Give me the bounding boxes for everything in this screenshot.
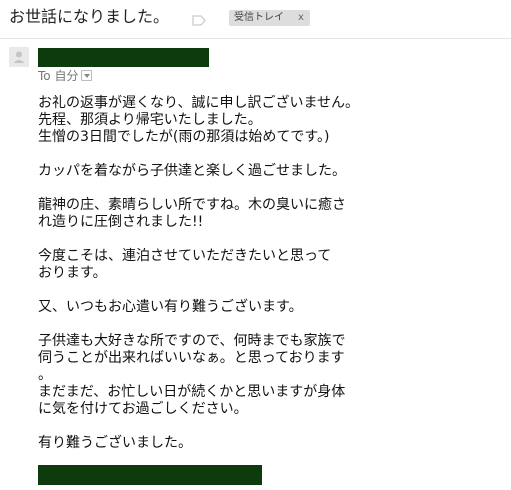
body-paragraph: お礼の返事が遅くなり、誠に申し訳ございません。 先程、那須より帰宅いたしました。生… [38, 95, 408, 146]
body-line: 生憎の3日間でしたが(雨の那須は始めてです。) [38, 129, 330, 145]
to-name: 自分 [54, 69, 79, 83]
body-line: おります。 [38, 265, 107, 281]
email-header: お世話になりました。 受信トレイ x [0, 0, 511, 38]
body-line: お礼の返事が遅くなり、誠に申し訳ございません。 [38, 95, 360, 111]
body-line: 有り難うございました。 [38, 435, 192, 451]
body-line: 今度こそは、連泊させていただきたいと思って [38, 248, 332, 264]
inbox-label-chip[interactable]: 受信トレイ x [229, 10, 310, 26]
inbox-label-text: 受信トレイ [234, 12, 284, 23]
email-subject: お世話になりました。 [9, 7, 170, 26]
body-paragraph: 子供達も大好きな所ですので、何時までも家族で 伺うことが出来ればいいなぁ。と思って… [38, 333, 408, 418]
body-paragraph: 今度こそは、連泊させていただきたいと思って おります。 [38, 248, 408, 282]
body-paragraph: 又、いつもお心遣い有り難うございます。 [38, 299, 408, 316]
body-line: 又、いつもお心遣い有り難うございます。 [38, 299, 303, 315]
body-paragraph: 龍神の庄、素晴らしい所ですね。木の臭いに癒さ れ造りに圧倒されました!! [38, 197, 408, 231]
body-line: まだまだ、お忙しい日が続くかと思いますが身体 [38, 384, 346, 400]
body-line: 子供達も大好きな所ですので、何時までも家族で [38, 333, 346, 349]
body-line: に気を付けてお過ごしください。 [38, 401, 248, 417]
recipient-line: To 自分 [38, 68, 93, 84]
body-line: カッパを着ながら子供達と楽しく過ごせました。 [38, 163, 346, 179]
body-line: 。 [38, 367, 52, 383]
body-line: れ造りに圧倒されました!! [38, 214, 204, 230]
signature-redacted [38, 465, 262, 485]
to-prefix: To [38, 69, 51, 83]
person-avatar-icon[interactable] [9, 47, 29, 67]
chevron-down-icon[interactable] [81, 70, 93, 81]
body-line: 龍神の庄、素晴らしい所ですね。木の臭いに癒さ [38, 197, 346, 213]
body-paragraph: カッパを着ながら子供達と楽しく過ごせました。 [38, 163, 408, 180]
sender-name-redacted [38, 48, 209, 67]
body-paragraph: 有り難うございました。 [38, 435, 408, 452]
body-line: 先程、那須より帰宅いたしました。 [38, 112, 262, 128]
body-line: 伺うことが出来ればいいなぁ。と思っております [38, 350, 345, 366]
label-tag-icon[interactable] [192, 11, 206, 26]
remove-label-button[interactable]: x [298, 12, 304, 23]
header-divider [0, 38, 511, 39]
email-view: お世話になりました。 受信トレイ x To 自分 お礼の返事が遅くなり、誠に申し訳… [0, 0, 511, 490]
email-body: お礼の返事が遅くなり、誠に申し訳ございません。 先程、那須より帰宅いたしました。生… [38, 95, 408, 469]
